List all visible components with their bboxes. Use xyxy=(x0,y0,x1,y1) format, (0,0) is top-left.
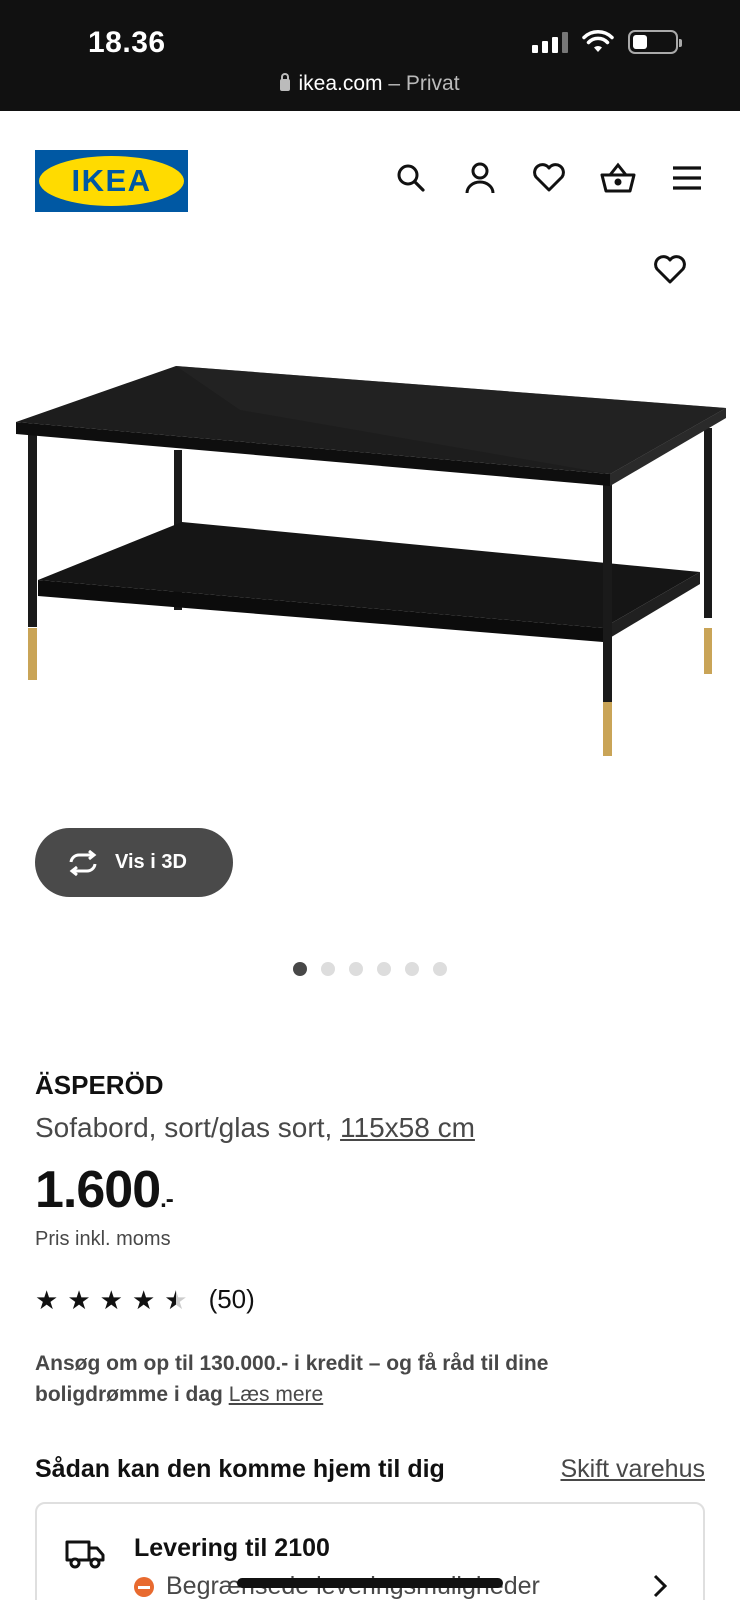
account-icon[interactable] xyxy=(460,158,499,197)
status-bar: 18.36 ikea.com – Privat xyxy=(0,0,740,111)
heart-icon xyxy=(654,255,686,284)
delivery-title: Levering til 2100 xyxy=(134,1534,330,1562)
logo-text: IKEA xyxy=(71,163,152,198)
star-icon: ★ xyxy=(131,1284,156,1315)
gallery-dot[interactable] xyxy=(293,962,307,976)
ikea-logo[interactable]: IKEA xyxy=(35,150,188,212)
rotate-icon xyxy=(69,849,97,876)
price-suffix: .- xyxy=(160,1186,174,1213)
product-dimensions-link[interactable]: 115x58 cm xyxy=(340,1112,475,1143)
site-header: IKEA xyxy=(0,111,740,246)
product-name: ÄSPERÖD xyxy=(35,1070,164,1100)
basket-icon[interactable] xyxy=(598,158,637,197)
home-indicator[interactable] xyxy=(237,1578,503,1588)
gallery-dot[interactable] xyxy=(349,962,363,976)
gallery-dot[interactable] xyxy=(321,962,335,976)
status-time: 18.36 xyxy=(88,26,166,59)
star-icon: ★ xyxy=(99,1284,123,1315)
credit-promo: Ansøg om op til 130.000.- i kredit – og … xyxy=(35,1348,675,1410)
half-star-icon: ★ xyxy=(164,1284,188,1315)
review-count: (50) xyxy=(208,1284,255,1314)
gallery-pagination xyxy=(293,962,447,976)
warning-icon xyxy=(134,1576,154,1597)
battery-icon xyxy=(628,30,682,54)
lock-icon xyxy=(280,73,291,91)
vat-note: Pris inkl. moms xyxy=(35,1228,171,1250)
product-image[interactable] xyxy=(0,350,740,780)
product-description: Sofabord, sort/glas sort, 115x58 cm xyxy=(35,1112,475,1144)
status-icons xyxy=(532,30,682,54)
add-to-favourites-button[interactable] xyxy=(650,250,690,290)
gallery-dot[interactable] xyxy=(433,962,447,976)
product-price: 1.600.- xyxy=(35,1160,174,1220)
url-bar[interactable]: ikea.com – Privat xyxy=(0,72,740,96)
view-in-3d-label: Vis i 3D xyxy=(115,851,187,873)
header-nav xyxy=(391,158,706,197)
wifi-icon xyxy=(582,30,614,52)
chevron-right-icon xyxy=(653,1574,667,1598)
heart-icon[interactable] xyxy=(529,158,568,197)
product-rating[interactable]: ★ ★ ★ ★ ★ (50) xyxy=(35,1284,255,1315)
truck-icon xyxy=(65,1540,105,1569)
star-icon: ★ xyxy=(35,1284,59,1315)
star-icon: ★ xyxy=(67,1284,91,1315)
price-value: 1.600 xyxy=(35,1161,161,1219)
product-type: Sofabord, sort/glas sort, xyxy=(35,1112,341,1143)
search-icon[interactable] xyxy=(391,158,430,197)
private-label: – Privat xyxy=(382,72,460,95)
read-more-link[interactable]: Læs mere xyxy=(229,1383,324,1406)
gallery-dot[interactable] xyxy=(377,962,391,976)
delivery-section-title: Sådan kan den komme hjem til dig xyxy=(35,1455,445,1483)
signal-icon xyxy=(532,31,568,53)
url-text: ikea.com xyxy=(298,72,383,95)
switch-store-link[interactable]: Skift varehus xyxy=(560,1455,705,1484)
gallery-dot[interactable] xyxy=(405,962,419,976)
menu-icon[interactable] xyxy=(667,158,706,197)
view-in-3d-button[interactable]: Vis i 3D xyxy=(35,828,233,897)
